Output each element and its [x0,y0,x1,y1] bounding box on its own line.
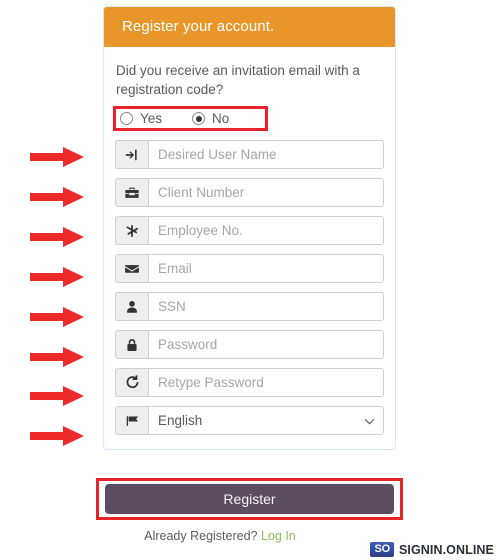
already-registered-label: Already Registered? [144,529,258,543]
annotation-arrow [30,226,84,248]
radio-option-no[interactable]: No [192,111,229,126]
field-retype-password [115,368,384,397]
employee-number-input[interactable] [148,216,384,245]
annotation-arrow [30,266,84,288]
asterisk-icon [115,216,148,245]
annotation-arrow [30,425,84,447]
annotation-arrow [30,346,84,368]
radio-no-icon[interactable] [192,112,206,125]
lock-icon [115,330,148,359]
field-desired-user-name [115,140,384,169]
annotation-arrow [30,306,84,328]
card-body: Did you receive an invitation email with… [104,47,395,449]
email-input[interactable] [148,254,384,283]
flag-icon [115,406,148,435]
desired-user-name-input[interactable] [148,140,384,169]
client-number-input[interactable] [148,178,384,207]
envelope-icon [115,254,148,283]
brand-name: SIGNIN.ONLINE [398,542,494,557]
annotation-arrow [30,146,84,168]
annotation-arrows [0,0,100,560]
radio-yes-icon[interactable] [120,112,133,125]
annotation-arrow [30,385,84,407]
sign-in-icon [115,140,148,169]
already-registered-row: Already Registered? Log In [0,529,500,543]
briefcase-icon [115,178,148,207]
field-ssn [115,292,384,321]
password-input[interactable] [148,330,384,359]
invitation-question: Did you receive an invitation email with… [116,63,360,97]
radio-no-label: No [212,111,230,126]
field-language: English [115,406,384,435]
field-employee-number [115,216,384,245]
ssn-input[interactable] [148,292,384,321]
registration-card: Register your account. Did you receive a… [103,6,396,450]
radio-yes-label: Yes [140,111,163,126]
register-button[interactable]: Register [105,484,394,514]
user-icon [115,292,148,321]
annotation-arrow [30,186,84,208]
log-in-link[interactable]: Log In [261,529,296,543]
field-password [115,330,384,359]
radio-option-yes[interactable]: Yes [120,111,162,126]
registration-page: Register your account. Did you receive a… [0,0,500,560]
invitation-radio-group[interactable]: Yes No [120,111,229,126]
field-email [115,254,384,283]
page-title: Register your account. [122,18,275,35]
brand-logo: SO SIGNIN.ONLINE [370,542,494,557]
retype-password-input[interactable] [148,368,384,397]
refresh-icon [115,368,148,397]
brand-badge-icon: SO [370,542,394,557]
language-select-wrap: English [148,406,384,435]
language-select[interactable]: English [148,406,384,435]
field-client-number [115,178,384,207]
invitation-radio-highlight: Yes No [113,106,269,131]
card-header: Register your account. [104,7,395,47]
